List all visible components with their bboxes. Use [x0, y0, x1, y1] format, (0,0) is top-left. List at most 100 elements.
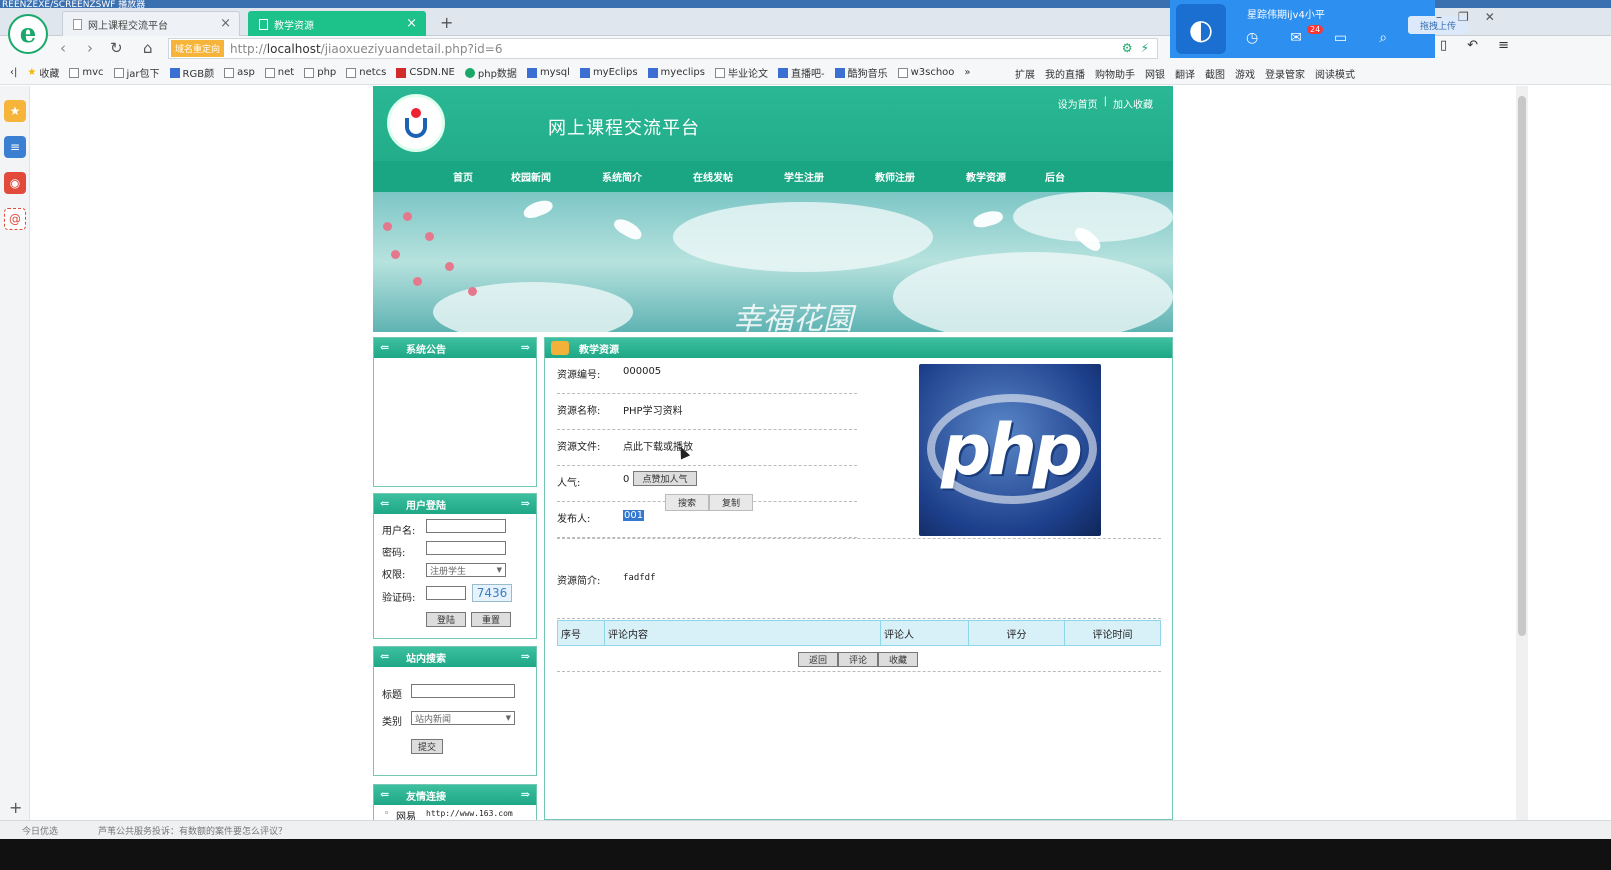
dove-graphic — [611, 215, 645, 243]
close-icon[interactable]: × — [220, 16, 231, 31]
favorite-button[interactable]: 收藏 — [878, 652, 918, 667]
context-popup: 搜索 复制 — [665, 494, 753, 511]
bookmark-item[interactable]: netcs — [346, 67, 386, 78]
nav-teaching-resources[interactable]: 教学资源 — [966, 169, 1045, 184]
role-select[interactable]: 注册学生 ▼ — [426, 563, 506, 577]
bookmark-item[interactable]: 毕业论文 — [714, 65, 768, 80]
vertical-scrollbar[interactable] — [1516, 86, 1528, 820]
bookmark-item[interactable]: net — [264, 67, 294, 78]
bmr-games[interactable]: 游戏 — [1235, 66, 1255, 81]
comment-button[interactable]: 评论 — [838, 652, 878, 667]
add-icon[interactable]: + — [9, 798, 22, 817]
lightning-icon[interactable]: ⚡ — [1141, 41, 1149, 55]
close-window-icon[interactable]: ✕ — [1485, 10, 1495, 24]
more-bookmarks-icon[interactable]: » — [964, 67, 970, 78]
page-icon — [264, 67, 275, 78]
bookmark-item[interactable]: mvc — [69, 67, 104, 78]
search-submit-button[interactable]: 提交 — [411, 739, 443, 754]
popup-copy-button[interactable]: 复制 — [709, 494, 753, 511]
intro-label: 资源简介: — [557, 576, 601, 587]
captcha-image[interactable]: 7436 — [472, 584, 512, 602]
comments-table-header: 序号 评论内容 评论人 评分 评论时间 — [557, 620, 1161, 646]
bmr-login-manager[interactable]: 登录管家 — [1265, 66, 1305, 81]
scrollbar-thumb[interactable] — [1518, 96, 1526, 636]
tab-course-platform[interactable]: 网上课程交流平台 × — [62, 11, 240, 36]
mail-icon[interactable]: @ — [4, 208, 26, 230]
page-icon — [69, 67, 80, 78]
bookmark-item[interactable]: mysql — [526, 67, 570, 78]
qq-avatar[interactable]: ◐ — [1176, 4, 1226, 54]
new-tab-button[interactable]: + — [440, 13, 453, 32]
bookmark-item[interactable]: php — [304, 67, 336, 78]
col-commenter: 评论人 — [881, 621, 969, 645]
bmr-bank[interactable]: 网银 — [1145, 66, 1165, 81]
nav-online-post[interactable]: 在线发帖 — [693, 169, 784, 184]
restore-icon[interactable]: ❐ — [1458, 10, 1469, 24]
bookmark-item[interactable]: myEclips — [579, 67, 638, 78]
bmr-extensions[interactable]: 扩展 — [1015, 66, 1035, 81]
bmr-live[interactable]: 我的直播 — [1045, 66, 1085, 81]
like-button[interactable]: 点赞加人气 — [633, 471, 697, 486]
popup-search-button[interactable]: 搜索 — [665, 494, 709, 511]
minimize-icon[interactable]: – — [1436, 10, 1442, 24]
nav-campus-news[interactable]: 校园新闻 — [511, 169, 602, 184]
add-favorite-link[interactable]: 加入收藏 — [1113, 96, 1153, 111]
password-input[interactable] — [426, 541, 506, 555]
qq-history-icon[interactable]: ◷ — [1246, 30, 1258, 46]
bookmark-item[interactable]: w3schoo — [897, 67, 954, 78]
username-input[interactable] — [426, 519, 506, 533]
page-margin — [1528, 86, 1611, 820]
address-input[interactable]: 域名重定向 http://localhost/jiaoxueziyuandeta… — [168, 38, 1158, 59]
captcha-input[interactable] — [426, 586, 466, 600]
search-title-input[interactable] — [411, 684, 515, 698]
bookmark-item[interactable]: jar包下 — [113, 65, 160, 80]
favorites-icon[interactable]: ★ — [4, 100, 26, 122]
nav-system-intro[interactable]: 系统简介 — [602, 169, 693, 184]
bookmark-item[interactable]: asp — [224, 67, 255, 78]
bmr-reading-mode[interactable]: 阅读模式 — [1315, 66, 1355, 81]
settings-icon[interactable]: ⚙ — [1122, 41, 1133, 55]
sidebar-toggle-icon[interactable]: ‹| — [10, 67, 17, 78]
link-url[interactable]: http://www.163.com — [426, 809, 513, 818]
search-category-select[interactable]: 站内新闻 ▼ — [411, 711, 515, 725]
reset-button[interactable]: 重置 — [471, 612, 511, 627]
page-icon — [113, 67, 124, 78]
bullet-icon: ◦ — [384, 809, 390, 819]
news-icon[interactable]: ≡ — [4, 136, 26, 158]
bookmark-item[interactable]: myeclips — [647, 67, 705, 78]
back-button[interactable]: 返回 — [798, 652, 838, 667]
bookmark-item[interactable]: 酷狗音乐 — [834, 65, 888, 80]
forward-icon[interactable]: › — [87, 39, 93, 57]
bookmark-favorites[interactable]: ★ 收藏 — [27, 65, 59, 80]
login-box: ⇐ 用户登陆 ⇒ 用户名: 密码: 权限: 注册学生 ▼ 验证码: 7436 登陆 重… — [373, 493, 537, 639]
bookmark-item[interactable]: php数据 — [464, 65, 517, 80]
nav-teacher-register[interactable]: 教师注册 — [875, 169, 966, 184]
qq-calendar-icon[interactable]: ▭ — [1334, 30, 1347, 46]
home-icon[interactable]: ⌂ — [143, 39, 153, 57]
nav-student-register[interactable]: 学生注册 — [784, 169, 875, 184]
bookmark-item[interactable]: 直播吧- — [777, 65, 825, 80]
login-button[interactable]: 登陆 — [426, 612, 466, 627]
close-icon[interactable]: × — [406, 16, 417, 31]
undo-icon[interactable]: ↶ — [1467, 38, 1478, 53]
device-icon[interactable]: ▯ — [1440, 38, 1447, 53]
browser-logo-icon[interactable]: e — [8, 14, 48, 54]
back-icon[interactable]: ‹ — [60, 39, 66, 57]
status-message[interactable]: 芦苇公共服务投诉：有数额的案件要怎么评议？ — [98, 824, 287, 837]
weibo-icon[interactable]: ◉ — [4, 172, 26, 194]
bmr-translate[interactable]: 翻译 — [1175, 66, 1195, 81]
qq-mail-icon[interactable]: ✉ — [1290, 30, 1302, 46]
bmr-screenshot[interactable]: 截图 — [1205, 66, 1225, 81]
nav-admin[interactable]: 后台 — [1045, 169, 1085, 184]
bmr-shopping[interactable]: 购物助手 — [1095, 66, 1135, 81]
nav-home[interactable]: 首页 — [453, 169, 511, 184]
set-homepage-link[interactable]: 设为首页 — [1058, 96, 1098, 111]
bookmark-item[interactable]: CSDN.NE — [396, 67, 455, 78]
menu-icon[interactable]: ≡ — [1498, 38, 1509, 53]
reload-icon[interactable]: ↻ — [110, 39, 123, 57]
status-left[interactable]: 今日优选 — [22, 824, 58, 837]
url-text: http://localhost/jiaoxueziyuandetail.php… — [230, 41, 503, 56]
qq-search-icon[interactable]: ⌕ — [1379, 30, 1387, 46]
bookmark-item[interactable]: RGB颜 — [169, 65, 214, 80]
tab-teaching-resources[interactable]: 教学资源 × — [248, 11, 426, 36]
